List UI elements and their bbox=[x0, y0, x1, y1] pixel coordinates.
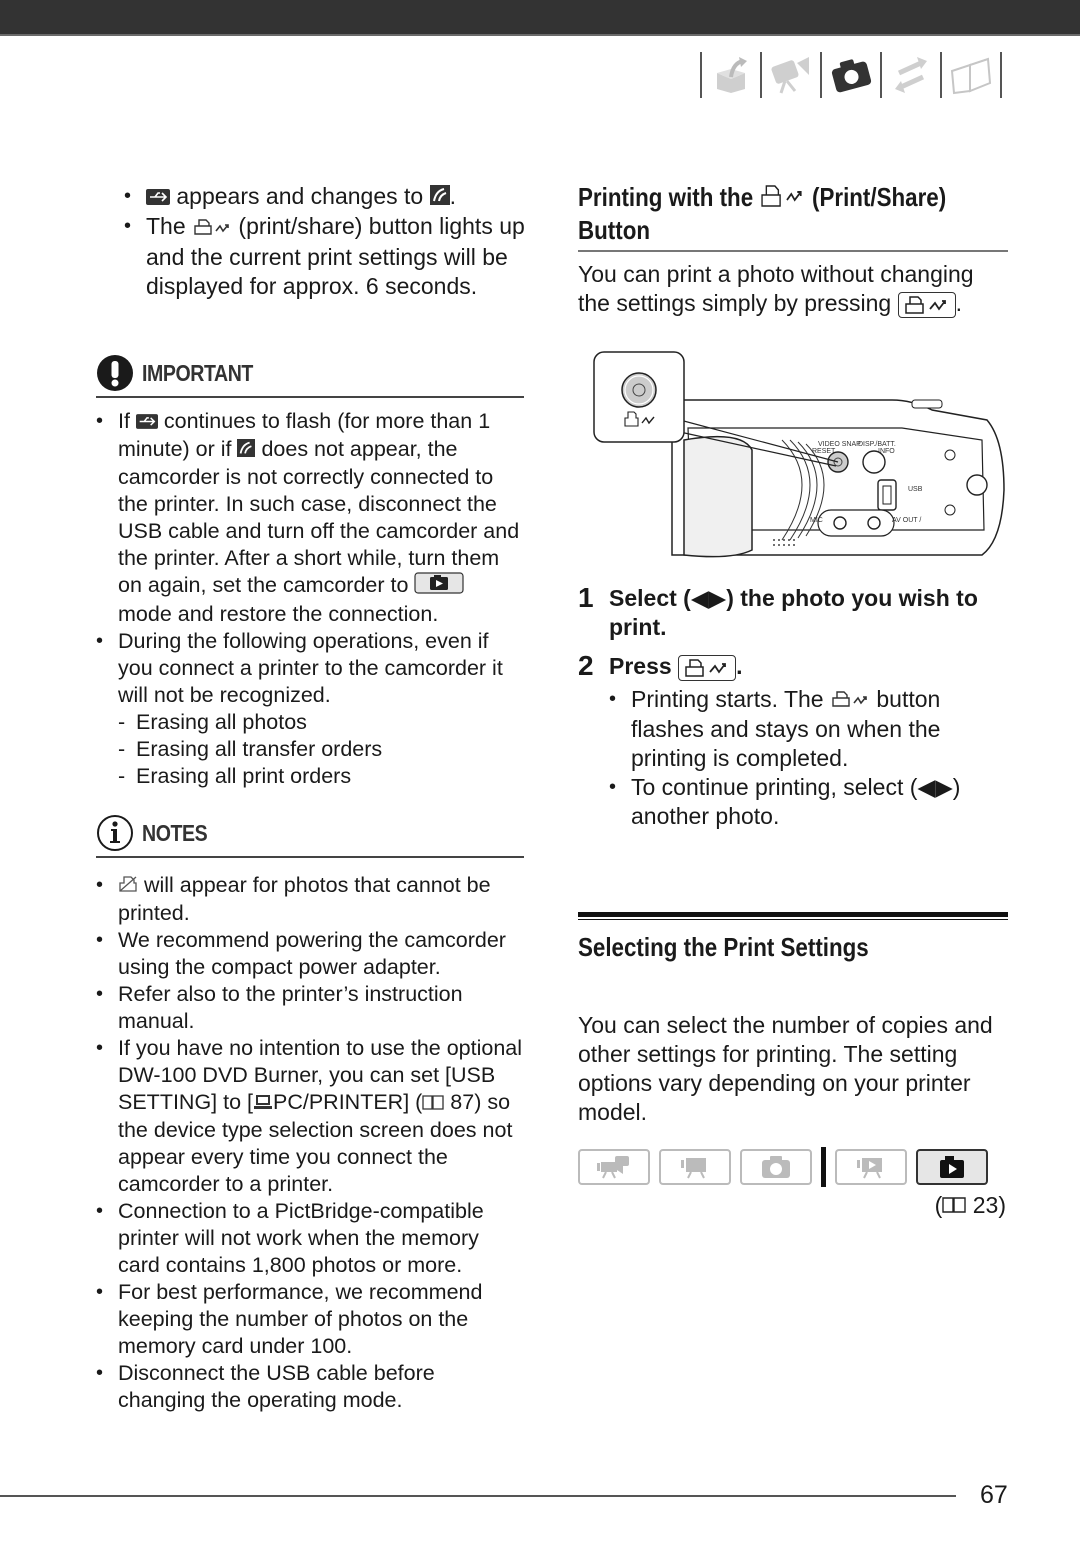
list-item: appears and changes to . bbox=[124, 182, 534, 212]
sub-item: Erasing all photos bbox=[118, 709, 524, 736]
notes-header: NOTES bbox=[96, 814, 524, 858]
avout-label: AV OUT / bbox=[892, 517, 921, 524]
print-share-button[interactable] bbox=[897, 291, 956, 318]
print-share-icon bbox=[759, 184, 805, 215]
book-ref-icon bbox=[422, 1090, 444, 1117]
book-icon bbox=[950, 57, 992, 95]
footer-rule bbox=[0, 1495, 956, 1497]
video-camera-icon bbox=[771, 57, 809, 94]
page-number: 67 bbox=[980, 1481, 1008, 1509]
heading-rule bbox=[578, 249, 1008, 252]
step-2: 2 Press . Printing starts. The button fl… bbox=[578, 650, 1008, 831]
print-share-section: Printing with the (Print/Share) Button Y… bbox=[578, 182, 1008, 318]
reset-label: RESET bbox=[812, 448, 836, 455]
computer-icon bbox=[253, 1090, 273, 1117]
list-item: The (print/share) button lights up and t… bbox=[124, 212, 534, 300]
list-item: We recommend powering the camcorder usin… bbox=[96, 927, 524, 981]
video-snap-label: VIDEO SNAP bbox=[818, 441, 861, 448]
video-record-icon bbox=[681, 1158, 706, 1179]
important-callout: IMPORTANT If continues to flash (for mor… bbox=[96, 354, 524, 790]
list-item: To continue printing, select (◀▶) anothe… bbox=[609, 773, 1008, 831]
list-item: For best performance, we recommend keepi… bbox=[96, 1279, 524, 1360]
camcorder-figure: VIDEO SNAP RESET DISP./BATT. INFO USB MI… bbox=[593, 351, 1005, 558]
print-share-icon bbox=[192, 214, 232, 243]
mode-video-playback bbox=[835, 1149, 907, 1185]
playback-mode-icon bbox=[414, 572, 465, 601]
print-settings-section: Selecting the Print Settings You can sel… bbox=[578, 912, 1008, 1221]
notes-label: NOTES bbox=[142, 819, 208, 846]
camera-icon bbox=[831, 59, 872, 93]
mic-label: MIC bbox=[810, 517, 823, 524]
section-heading: Printing with the (Print/Share) Button bbox=[578, 182, 947, 245]
disp-label: DISP./BATT. bbox=[858, 441, 896, 448]
important-header: IMPORTANT bbox=[96, 354, 524, 398]
mode-dual-shot bbox=[578, 1149, 650, 1185]
step-1: 1 Select (◀▶) the photo you wish to prin… bbox=[578, 582, 1008, 642]
arrows-exchange-icon bbox=[895, 57, 927, 93]
box-arrow-icon bbox=[717, 57, 747, 93]
list-item: If continues to flash (for more than 1 m… bbox=[96, 408, 524, 628]
section-body: You can select the number of copies and … bbox=[578, 1012, 993, 1125]
section-rule bbox=[578, 912, 1008, 920]
list-item: Printing starts. The button flashes and … bbox=[609, 685, 1008, 773]
page-reference[interactable]: ( 23) bbox=[578, 1191, 1006, 1221]
tab-separator bbox=[1000, 52, 1002, 98]
camcorder-illustration: VIDEO SNAP RESET DISP./BATT. INFO USB MI… bbox=[592, 350, 1010, 562]
print-share-icon bbox=[830, 686, 870, 715]
sub-item: Erasing all print orders bbox=[118, 763, 524, 790]
pictbridge-icon bbox=[429, 183, 450, 212]
list-item: During the following operations, even if… bbox=[96, 628, 524, 790]
section-intro: You can print a photo without changing t… bbox=[578, 260, 974, 318]
steps: 1 Select (◀▶) the photo you wish to prin… bbox=[578, 582, 1008, 831]
cannot-print-icon bbox=[118, 873, 138, 900]
camera-icon bbox=[762, 1156, 790, 1178]
mode-photo-playback bbox=[916, 1149, 988, 1185]
intro-bullets: appears and changes to . The (print/shar… bbox=[124, 182, 534, 301]
mode-bar bbox=[578, 1147, 1008, 1187]
sub-item: Erasing all transfer orders bbox=[118, 736, 524, 763]
info-label: INFO bbox=[878, 448, 895, 455]
usb-icon bbox=[135, 409, 158, 436]
list-item: If you have no intention to use the opti… bbox=[96, 1035, 524, 1198]
usb-icon bbox=[146, 183, 170, 212]
step-text: Select (◀▶) the photo you wish to print. bbox=[609, 585, 978, 640]
list-item: Connection to a PictBridge-compatible pr… bbox=[96, 1198, 524, 1279]
list-item: will appear for photos that cannot be pr… bbox=[96, 872, 524, 927]
photo-playback-icon bbox=[940, 1156, 964, 1178]
mode-photo-record bbox=[740, 1149, 812, 1185]
print-share-button[interactable] bbox=[678, 654, 737, 681]
step-text: Press . bbox=[609, 653, 743, 681]
section-tabs bbox=[700, 50, 1002, 100]
tab-photos[interactable] bbox=[822, 50, 880, 100]
mode-divider bbox=[821, 1147, 826, 1187]
pictbridge-icon bbox=[237, 437, 256, 464]
important-label: IMPORTANT bbox=[142, 359, 253, 386]
dual-shot-icon bbox=[597, 1156, 629, 1179]
list-item: Refer also to the printer’s instruction … bbox=[96, 981, 524, 1035]
step-number: 1 bbox=[578, 582, 594, 613]
tab-external-connections[interactable] bbox=[882, 50, 940, 100]
book-ref-icon bbox=[942, 1192, 967, 1221]
info-icon bbox=[97, 815, 133, 851]
tab-additional-info[interactable] bbox=[942, 50, 1000, 100]
tab-preparations[interactable] bbox=[702, 50, 760, 100]
tab-video[interactable] bbox=[762, 50, 820, 100]
exclamation-icon bbox=[97, 355, 133, 391]
section-heading: Selecting the Print Settings bbox=[578, 932, 869, 962]
notes-callout: NOTES will appear for photos that cannot… bbox=[96, 814, 524, 1414]
step-number: 2 bbox=[578, 650, 594, 681]
list-item: Disconnect the USB cable before changing… bbox=[96, 1360, 524, 1414]
header-bar bbox=[0, 0, 1080, 36]
mode-video-record bbox=[659, 1149, 731, 1185]
usb-label: USB bbox=[908, 486, 923, 493]
video-playback-icon bbox=[857, 1158, 882, 1179]
